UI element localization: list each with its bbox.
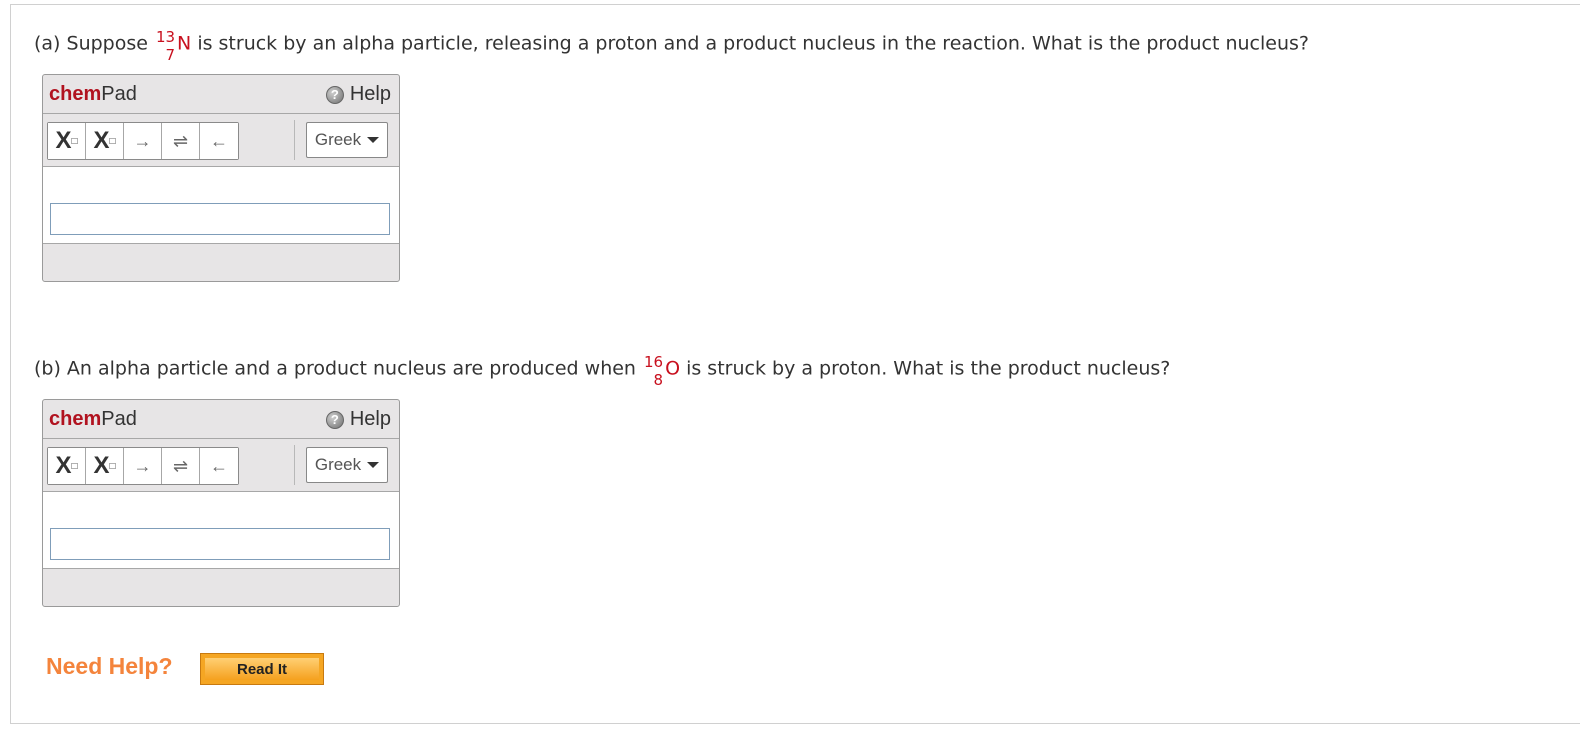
toolbar-divider	[294, 120, 295, 160]
chempad-b-help-link[interactable]: ? Help	[325, 408, 391, 431]
greek-dropdown[interactable]: Greek	[306, 447, 388, 483]
greek-dropdown[interactable]: Greek	[306, 122, 388, 158]
superscript-label: X	[93, 452, 110, 479]
equilibrium-arrow-icon: ⇌	[172, 455, 189, 476]
arrow-left-button[interactable]: ←	[200, 448, 238, 484]
chempad-a-title-rest: Pad	[101, 83, 137, 105]
arrow-right-icon: →	[133, 130, 152, 151]
arrow-left-button[interactable]: ←	[200, 123, 238, 159]
chempad-a-toolgroup: X □ X □ → ⇌ ←	[47, 122, 239, 160]
subscript-label: X	[55, 127, 72, 154]
subscript-button[interactable]: X □	[48, 123, 86, 159]
nuclide-a-atomic: 7	[165, 46, 176, 64]
caret-down-icon	[367, 137, 380, 143]
superscript-label: X	[93, 127, 110, 154]
chempad-a-footer	[43, 244, 399, 284]
nuclide-a-numbers: 13 7	[156, 28, 175, 64]
question-a-suffix: is struck by an alpha particle, releasin…	[197, 32, 1309, 55]
equilibrium-arrow-icon: ⇌	[172, 130, 189, 151]
chempad-a-header: chemPad ? Help	[43, 75, 399, 114]
arrow-right-icon: →	[133, 455, 152, 476]
help-icon: ?	[325, 410, 344, 429]
chempad-b-help-label: Help	[349, 408, 391, 430]
chempad-b-title-bold: chem	[49, 408, 102, 430]
arrow-right-button[interactable]: →	[124, 123, 162, 159]
superscript-box-icon: □	[109, 460, 116, 472]
nuclide-a-symbol: N	[177, 32, 192, 55]
chempad-b-toolbar: X □ X □ → ⇌ ← Greek	[43, 439, 399, 492]
chempad-a-help-label: Help	[349, 83, 391, 105]
arrow-right-button[interactable]: →	[124, 448, 162, 484]
superscript-button[interactable]: X □	[86, 448, 124, 484]
answer-a-input[interactable]	[50, 203, 390, 235]
question-b-text: (b) An alpha particle and a product nucl…	[34, 351, 1171, 389]
toolbar-divider	[294, 445, 295, 485]
chempad-a-help-link[interactable]: ? Help	[325, 83, 391, 106]
nuclide-b-atomic: 8	[653, 371, 664, 389]
chempad-b-toolgroup: X □ X □ → ⇌ ←	[47, 447, 239, 485]
nuclide-b-symbol: O	[665, 357, 681, 380]
question-a-prefix: (a) Suppose	[34, 32, 148, 55]
greek-label: Greek	[314, 455, 362, 474]
caret-down-icon	[367, 462, 380, 468]
nuclide-a-mass: 13	[155, 28, 176, 46]
chempad-b-title: chemPad	[49, 408, 137, 431]
answer-b-input[interactable]	[50, 528, 390, 560]
arrow-left-icon: ←	[210, 455, 228, 476]
question-b-suffix: is struck by a proton. What is the produ…	[686, 357, 1171, 380]
equilibrium-arrow-button[interactable]: ⇌	[162, 123, 200, 159]
subscript-box-icon: □	[71, 460, 78, 472]
subscript-label: X	[55, 452, 72, 479]
chempad-a: chemPad ? Help X □ X □ → ⇌ ← Greek	[42, 74, 400, 282]
chempad-b: chemPad ? Help X □ X □ → ⇌ ← Greek	[42, 399, 400, 607]
question-b-prefix: (b) An alpha particle and a product nucl…	[34, 357, 636, 380]
subscript-button[interactable]: X □	[48, 448, 86, 484]
chempad-a-toolbar: X □ X □ → ⇌ ← Greek	[43, 114, 399, 167]
need-help-label: Need Help?	[46, 653, 173, 679]
subscript-box-icon: □	[71, 135, 78, 147]
superscript-button[interactable]: X □	[86, 123, 124, 159]
help-icon: ?	[325, 85, 344, 104]
read-it-label: Read It	[205, 658, 319, 680]
superscript-box-icon: □	[109, 135, 116, 147]
chempad-a-title-bold: chem	[49, 83, 102, 105]
chempad-b-header: chemPad ? Help	[43, 400, 399, 439]
chempad-b-body	[43, 492, 399, 569]
chempad-a-body	[43, 167, 399, 244]
greek-label: Greek	[314, 130, 362, 149]
chempad-b-title-rest: Pad	[101, 408, 137, 430]
read-it-button[interactable]: Read It	[200, 653, 324, 685]
arrow-left-icon: ←	[210, 130, 228, 151]
nuclide-b-numbers: 16 8	[644, 353, 663, 389]
chempad-b-footer	[43, 569, 399, 609]
chempad-a-title: chemPad	[49, 83, 137, 106]
question-a-text: (a) Suppose 13 7 N is struck by an alpha pa…	[34, 26, 1309, 64]
equilibrium-arrow-button[interactable]: ⇌	[162, 448, 200, 484]
nuclide-b-mass: 16	[643, 353, 664, 371]
